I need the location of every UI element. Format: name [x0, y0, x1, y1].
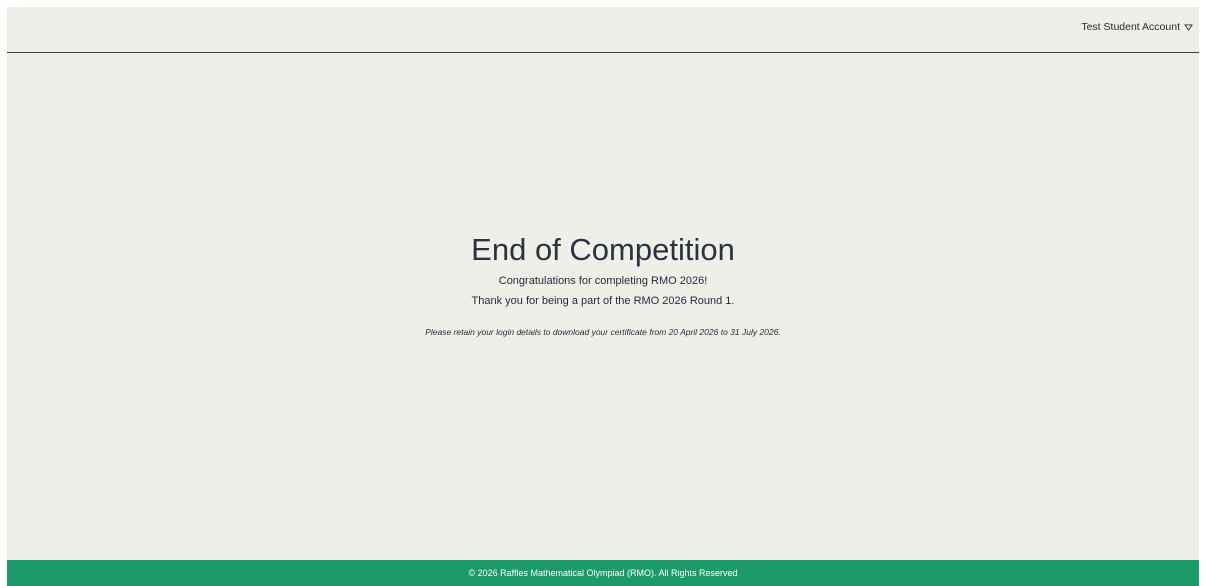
- top-nav-bar: Test Student Account: [7, 7, 1199, 53]
- thank-you-text: Thank you for being a part of the RMO 20…: [471, 295, 735, 307]
- footer-copyright: © 2026 Raffles Mathematical Olympiad (RM…: [468, 568, 738, 578]
- page: Test Student Account End of Competition …: [7, 7, 1199, 586]
- footer: © 2026 Raffles Mathematical Olympiad (RM…: [7, 560, 1199, 586]
- main-content: End of Competition Congratulations for c…: [7, 53, 1199, 559]
- page-title: End of Competition: [471, 232, 735, 267]
- certificate-note: Please retain your login details to down…: [425, 327, 781, 337]
- account-menu[interactable]: Test Student Account: [1081, 21, 1193, 33]
- chevron-down-icon: [1184, 23, 1193, 31]
- congratulations-text: Congratulations for completing RMO 2026!: [498, 275, 708, 287]
- account-menu-label: Test Student Account: [1081, 21, 1180, 33]
